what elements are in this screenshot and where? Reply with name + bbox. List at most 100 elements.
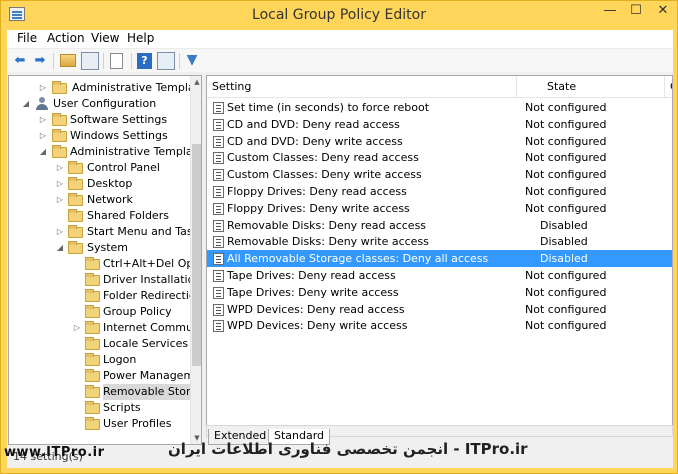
tree-label: Scripts: [103, 401, 141, 414]
policy-setting-icon: [213, 236, 224, 249]
scroll-thumb[interactable]: [192, 144, 201, 366]
setting-name: Tape Drives: Deny read access: [227, 269, 396, 282]
tree-label: Network: [87, 193, 133, 206]
expand-icon[interactable]: ▷: [56, 224, 64, 240]
collapse-icon[interactable]: ◢: [39, 144, 47, 160]
collapse-icon[interactable]: ◢: [22, 96, 30, 112]
setting-name: Removable Disks: Deny write access: [227, 235, 429, 249]
minimize-button[interactable]: —: [597, 1, 623, 22]
policy-setting-icon: [213, 202, 224, 215]
user-config-icon: [35, 97, 49, 111]
forward-arrow-icon[interactable]: ➡: [31, 52, 49, 70]
main-content: ▷ Administrative Templates ◢ User Config…: [7, 72, 673, 446]
folder-icon: [85, 353, 100, 366]
folder-icon: [68, 209, 83, 222]
toolbar: ⬅ ➡ ? ▼: [7, 48, 673, 72]
policy-setting-icon: [213, 286, 224, 299]
table-row[interactable]: Removable Disks: Deny write access Disabl…: [207, 233, 672, 250]
column-header-setting[interactable]: Setting: [207, 76, 517, 98]
setting-state: Not configured: [525, 201, 607, 215]
setting-name: CD and DVD: Deny read access: [227, 117, 400, 131]
table-row[interactable]: CD and DVD: Deny read access Not configur…: [207, 116, 672, 133]
policy-setting-icon: [213, 186, 224, 198]
table-row[interactable]: WPD Devices: Deny write access Not config…: [207, 317, 672, 334]
folder-icon: [85, 401, 100, 414]
table-row[interactable]: Custom Classes: Deny read access Not conf…: [207, 149, 672, 166]
setting-state: Not configured: [525, 319, 607, 333]
folder-icon: [85, 321, 100, 334]
folder-icon: [85, 385, 100, 398]
table-row[interactable]: Floppy Drives: Deny read access Not confi…: [207, 183, 672, 200]
help-icon[interactable]: ?: [137, 53, 152, 69]
scroll-up-icon[interactable]: ▲: [191, 76, 201, 88]
policy-setting-icon: [213, 135, 224, 148]
tree-scrollbar[interactable]: ▲ ▼: [190, 76, 201, 444]
menu-action[interactable]: Action: [47, 31, 85, 45]
filter-icon[interactable]: ▼: [183, 52, 201, 70]
toolbar-separator: [179, 53, 180, 69]
properties-icon[interactable]: [157, 52, 175, 70]
folder-icon: [85, 417, 100, 430]
folder-icon: [68, 177, 83, 190]
title-bar[interactable]: Local Group Policy Editor — ☐ ✕: [1, 1, 677, 30]
setting-name: Tape Drives: Deny write access: [227, 285, 399, 299]
menu-file[interactable]: File: [17, 31, 37, 45]
menu-help[interactable]: Help: [127, 31, 154, 45]
expand-icon[interactable]: ▷: [56, 160, 64, 176]
table-row[interactable]: Set time (in seconds) to force reboot Not…: [207, 99, 672, 116]
setting-state: Not configured: [525, 117, 607, 131]
setting-name: Floppy Drives: Deny write access: [227, 201, 410, 215]
policy-setting-icon: [213, 320, 224, 333]
table-row[interactable]: Tape Drives: Deny read access Not configu…: [207, 267, 672, 284]
tree-label: Driver Installation: [103, 273, 202, 286]
setting-state: Not configured: [525, 151, 607, 165]
policy-setting-icon: [213, 152, 224, 165]
column-header-state[interactable]: State: [517, 76, 665, 98]
setting-name: Custom Classes: Deny read access: [227, 151, 419, 165]
table-row[interactable]: Tape Drives: Deny write access Not config…: [207, 284, 672, 301]
tree-label: User Configuration: [53, 97, 157, 110]
table-row[interactable]: Removable Disks: Deny read access Disable…: [207, 217, 672, 234]
setting-state: Not configured: [525, 285, 607, 299]
close-button[interactable]: ✕: [649, 1, 677, 22]
table-row[interactable]: WPD Devices: Deny read access Not configu…: [207, 301, 672, 318]
policy-setting-icon: [213, 270, 224, 282]
expand-icon[interactable]: ▷: [39, 80, 47, 96]
setting-state: Not configured: [525, 134, 607, 148]
collapse-icon[interactable]: ◢: [56, 240, 64, 256]
window-title: Local Group Policy Editor: [252, 7, 426, 23]
watermark-left: www.ITPro.ir: [4, 445, 105, 460]
settings-list: Setting State C Set time (in seconds) to…: [206, 75, 673, 426]
expand-icon[interactable]: ▷: [39, 128, 47, 144]
setting-name: WPD Devices: Deny read access: [227, 302, 405, 316]
folder-icon: [85, 305, 100, 318]
expand-icon[interactable]: ▷: [73, 320, 81, 336]
expand-icon[interactable]: ▷: [56, 192, 64, 208]
policy-setting-icon: [213, 169, 224, 182]
toolbar-separator: [131, 53, 132, 69]
up-folder-icon[interactable]: [60, 54, 76, 67]
show-hide-tree-icon[interactable]: [81, 52, 99, 70]
list-header: Setting State C: [207, 76, 672, 98]
table-row[interactable]: Floppy Drives: Deny write access Not conf…: [207, 200, 672, 217]
table-row[interactable]: CD and DVD: Deny write access Not configu…: [207, 133, 672, 150]
expand-icon[interactable]: ▷: [56, 176, 64, 192]
expand-icon[interactable]: ▷: [39, 112, 47, 128]
setting-state: Not configured: [525, 302, 607, 316]
setting-state: Disabled: [540, 252, 588, 266]
table-row[interactable]: Custom Classes: Deny write access Not con…: [207, 166, 672, 183]
menu-view[interactable]: View: [91, 31, 119, 45]
tree-label: Power Management: [103, 369, 202, 382]
setting-state: Not configured: [525, 168, 607, 182]
export-list-icon[interactable]: [110, 53, 123, 69]
column-header-comment[interactable]: C: [665, 76, 672, 98]
setting-name: WPD Devices: Deny write access: [227, 319, 408, 333]
policy-setting-icon: [213, 219, 224, 232]
tree-label: Folder Redirection: [103, 289, 202, 302]
table-row-selected[interactable]: All Removable Storage classes: Deny all …: [207, 250, 672, 267]
navigation-tree: ▷ Administrative Templates ◢ User Config…: [8, 75, 202, 445]
maximize-button[interactable]: ☐: [623, 1, 649, 22]
back-arrow-icon[interactable]: ⬅: [11, 52, 29, 70]
folder-icon: [52, 81, 67, 94]
policy-setting-icon: [213, 253, 224, 266]
